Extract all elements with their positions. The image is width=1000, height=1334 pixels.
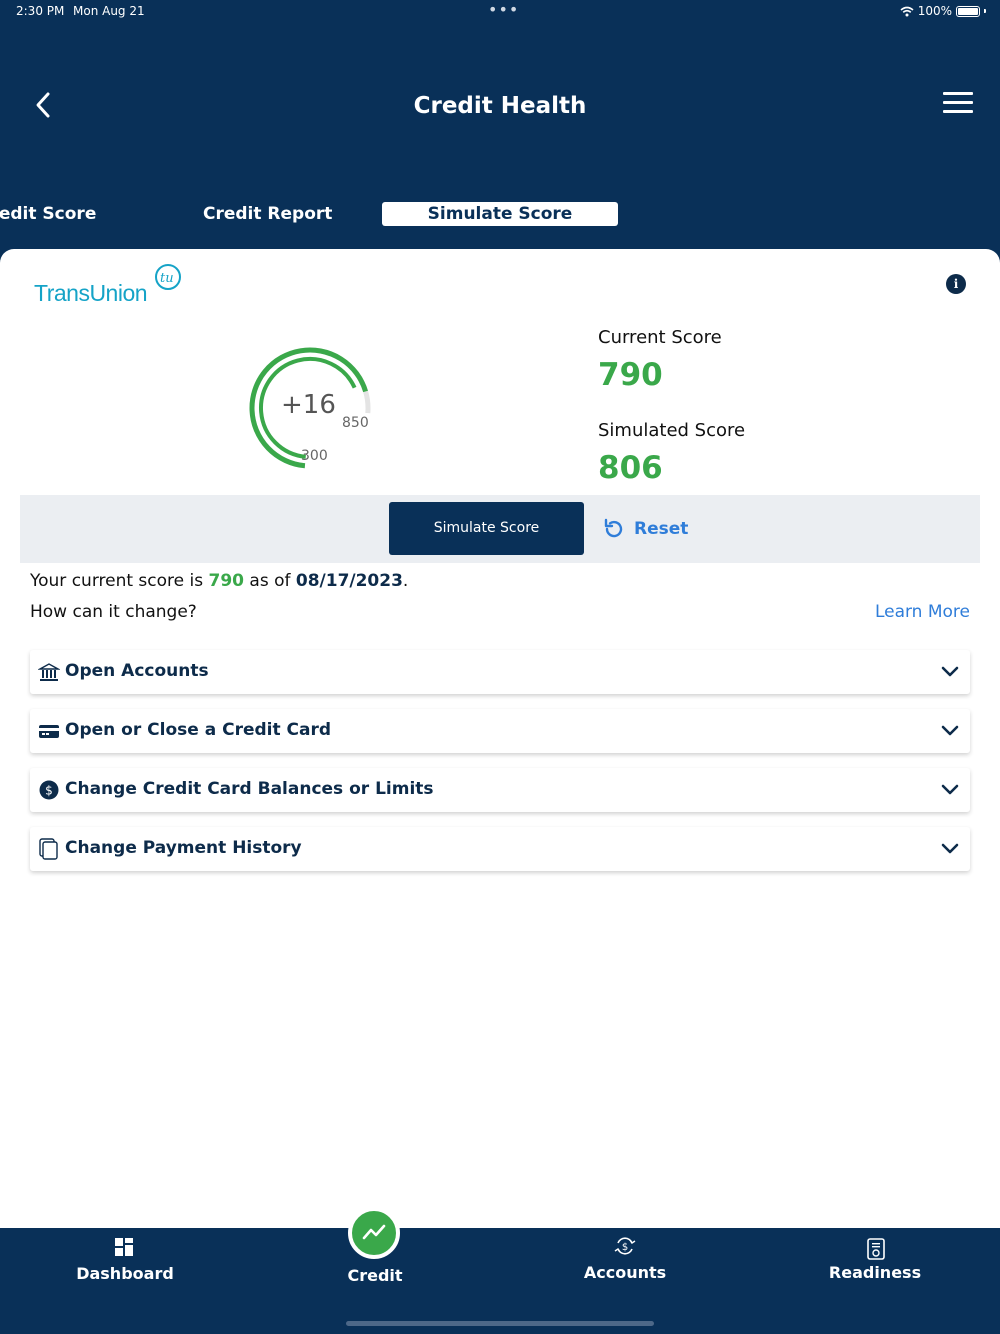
- reset-label: Reset: [634, 519, 689, 539]
- reset-icon: [604, 518, 623, 538]
- nav-dashboard[interactable]: Dashboard: [0, 1228, 250, 1318]
- status-battery: 100%: [900, 4, 986, 18]
- trend-line-icon: [362, 1224, 386, 1240]
- transunion-wordmark: TransUnion: [34, 280, 148, 306]
- summary-mid: as of: [244, 571, 296, 591]
- learn-more-link[interactable]: Learn More: [875, 602, 970, 622]
- gauge-min-label: 300: [301, 448, 328, 464]
- reset-button[interactable]: Reset: [602, 516, 688, 542]
- dollar-circle-icon: $: [39, 780, 59, 800]
- bank-icon: [38, 663, 60, 681]
- svg-text:tu: tu: [160, 271, 174, 286]
- transunion-mark-icon: tu: [155, 264, 181, 290]
- wifi-icon: [900, 6, 914, 16]
- simulate-score-button[interactable]: Simulate Score: [389, 502, 584, 555]
- svg-text:$: $: [45, 784, 53, 798]
- bottom-nav: Dashboard Credit $ Accounts Readiness: [0, 1228, 1000, 1334]
- multitasking-dots[interactable]: •••: [488, 0, 519, 19]
- score-summary: Your current score is 790 as of 08/17/20…: [30, 571, 408, 591]
- dollar-refresh-icon: $: [614, 1237, 636, 1255]
- nav-accounts[interactable]: $ Accounts: [500, 1228, 750, 1318]
- checklist-document-icon: [867, 1238, 885, 1260]
- accordion-open-close-credit-card[interactable]: Open or Close a Credit Card: [30, 709, 970, 753]
- nav-label: Credit: [347, 1266, 403, 1285]
- current-score-value: 790: [598, 357, 663, 393]
- gauge-max-label: 850: [342, 415, 369, 431]
- accordion-label: Change Payment History: [65, 838, 302, 858]
- tab-credit-report[interactable]: Credit Report: [203, 202, 332, 226]
- accordion-open-accounts[interactable]: Open Accounts: [30, 650, 970, 694]
- menu-button[interactable]: [943, 92, 973, 118]
- nav-label: Dashboard: [76, 1264, 174, 1283]
- gauge-delta: +16: [281, 390, 336, 420]
- current-score-label: Current Score: [598, 327, 722, 348]
- credit-nav-bubble[interactable]: [348, 1207, 400, 1259]
- svg-text:$: $: [622, 1242, 628, 1253]
- transunion-logo: TransUnion tu: [34, 264, 194, 310]
- summary-score: 790: [208, 571, 245, 591]
- status-time: 2:30 PM: [16, 4, 65, 18]
- accordion-label: Change Credit Card Balances or Limits: [65, 779, 434, 799]
- chevron-down-icon: [941, 666, 959, 677]
- accordion-label: Open or Close a Credit Card: [65, 720, 332, 740]
- nav-readiness[interactable]: Readiness: [750, 1228, 1000, 1318]
- tab-credit-score[interactable]: Credit Score: [0, 202, 96, 226]
- summary-suffix: .: [402, 571, 409, 591]
- nav-label: Readiness: [828, 1263, 922, 1282]
- nav-label: Accounts: [583, 1263, 667, 1282]
- accordion-label: Open Accounts: [65, 661, 209, 681]
- hamburger-menu-icon: [943, 92, 973, 95]
- home-indicator[interactable]: [346, 1321, 654, 1326]
- tab-simulate-score[interactable]: Simulate Score: [382, 202, 618, 226]
- header-bar: [0, 0, 1000, 270]
- chevron-down-icon: [941, 784, 959, 795]
- how-change-text: How can it change?: [30, 602, 197, 622]
- credit-card-icon: [39, 725, 59, 738]
- chevron-down-icon: [941, 725, 959, 736]
- summary-prefix: Your current score is: [30, 571, 209, 591]
- battery-percent: 100%: [917, 4, 952, 18]
- battery-tip: [984, 9, 986, 13]
- status-date: Mon Aug 21: [73, 4, 145, 18]
- accordion-change-balances-limits[interactable]: $ Change Credit Card Balances or Limits: [30, 768, 970, 812]
- summary-date: 08/17/2023: [295, 571, 403, 591]
- accordion-change-payment-history[interactable]: Change Payment History: [30, 827, 970, 871]
- battery-icon: [956, 5, 980, 17]
- simulated-score-value: 806: [598, 450, 663, 486]
- page-title: Credit Health: [413, 93, 587, 119]
- simulated-score-label: Simulated Score: [598, 420, 746, 441]
- dashboard-grid-icon: [115, 1238, 133, 1256]
- chevron-down-icon: [941, 843, 959, 854]
- documents-icon: [39, 838, 58, 860]
- info-button[interactable]: i: [946, 274, 966, 294]
